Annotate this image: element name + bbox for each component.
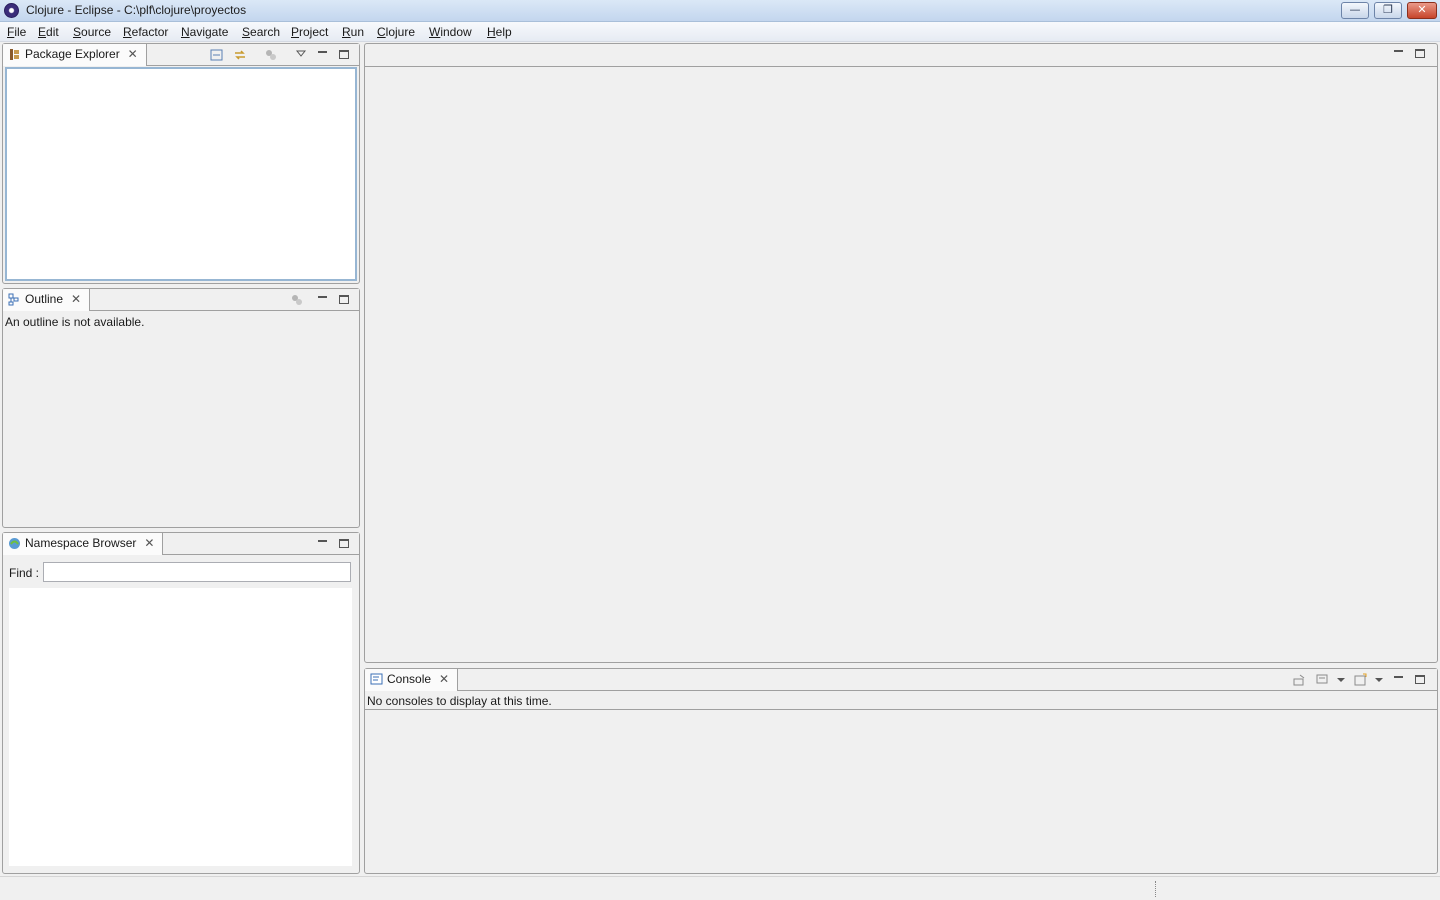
eclipse-icon [4, 3, 19, 18]
outline-message: An outline is not available. [5, 315, 145, 329]
minimize-icon[interactable] [315, 536, 329, 550]
minimize-window-button[interactable]: — [1341, 2, 1369, 19]
tab-outline[interactable]: Outline ✕ [3, 289, 91, 311]
maximize-icon[interactable] [1413, 672, 1427, 686]
tab-label: Namespace Browser [25, 536, 137, 550]
editor-area[interactable] [364, 43, 1438, 663]
maximize-icon[interactable] [337, 536, 351, 550]
title-bar: Clojure - Eclipse - C:\plf\clojure\proye… [0, 0, 1440, 22]
restore-window-button[interactable]: ❐ [1374, 2, 1402, 19]
status-separator [1155, 881, 1156, 897]
tab-console[interactable]: Console ✕ [365, 669, 459, 691]
menu-project[interactable]: Project [291, 25, 328, 39]
close-icon[interactable]: ✕ [144, 533, 154, 554]
view-menu-icon[interactable] [294, 47, 308, 61]
menu-edit[interactable]: Edit [38, 25, 59, 39]
menu-file[interactable]: File [7, 25, 26, 39]
status-bar [0, 876, 1440, 900]
chevron-down-icon[interactable] [1334, 673, 1348, 687]
editor-divider [365, 66, 1437, 67]
outline-icon [8, 293, 19, 306]
close-window-button[interactable]: ✕ [1407, 2, 1437, 19]
maximize-icon[interactable] [337, 47, 351, 61]
minimize-icon[interactable] [1391, 672, 1405, 686]
menu-help[interactable]: Help [487, 25, 512, 39]
focus-icon[interactable] [264, 48, 278, 62]
open-console-icon[interactable] [1354, 673, 1368, 687]
menu-run[interactable]: Run [342, 25, 364, 39]
menu-navigate[interactable]: Navigate [181, 25, 228, 39]
outline-header: Outline ✕ [3, 289, 359, 311]
maximize-icon[interactable] [1413, 46, 1427, 60]
minimize-icon[interactable] [315, 292, 329, 306]
console-divider [365, 709, 1437, 710]
tab-label: Package Explorer [25, 47, 120, 61]
tab-label: Console [387, 672, 432, 686]
package-explorer-tree[interactable] [5, 67, 357, 281]
outline-panel: Outline ✕ An outline is not available. [2, 288, 360, 528]
namespace-tree[interactable] [9, 588, 352, 866]
namespace-browser-header: Namespace Browser ✕ [3, 533, 359, 555]
link-with-editor-icon[interactable] [233, 48, 247, 62]
find-input[interactable] [43, 562, 351, 582]
close-icon[interactable]: ✕ [71, 289, 81, 310]
console-header: Console ✕ [365, 669, 1437, 691]
close-icon[interactable]: ✕ [128, 44, 138, 65]
console-panel: Console ✕ No consoles to display at this… [364, 668, 1438, 874]
menu-clojure[interactable]: Clojure [377, 25, 415, 39]
display-selected-console-icon[interactable] [1316, 673, 1330, 687]
menu-source[interactable]: Source [73, 25, 111, 39]
minimize-icon[interactable] [1391, 46, 1405, 60]
minimize-icon[interactable] [315, 47, 329, 61]
find-label: Find : [9, 566, 40, 580]
menu-bar: File Edit Source Refactor Navigate Searc… [0, 22, 1440, 42]
package-explorer-header: Package Explorer ✕ [3, 44, 359, 66]
menu-window[interactable]: Window [429, 25, 472, 39]
window-title: Clojure - Eclipse - C:\plf\clojure\proye… [26, 3, 247, 17]
menu-refactor[interactable]: Refactor [123, 25, 168, 39]
menu-search[interactable]: Search [242, 25, 280, 39]
pin-console-icon[interactable] [1292, 673, 1306, 687]
package-explorer-icon [10, 49, 19, 60]
maximize-icon[interactable] [337, 292, 351, 306]
tab-label: Outline [25, 292, 64, 306]
close-icon[interactable]: ✕ [439, 669, 449, 690]
tab-package-explorer[interactable]: Package Explorer ✕ [3, 44, 147, 66]
collapse-all-icon[interactable] [210, 48, 224, 62]
chevron-down-icon[interactable] [1372, 673, 1386, 687]
clojure-icon [9, 538, 20, 549]
console-icon [370, 673, 383, 685]
console-message: No consoles to display at this time. [367, 694, 552, 708]
focus-icon[interactable] [290, 293, 304, 307]
package-explorer-panel: Package Explorer ✕ [2, 43, 360, 284]
namespace-browser-panel: Namespace Browser ✕ Find : [2, 532, 360, 874]
tab-namespace-browser[interactable]: Namespace Browser ✕ [3, 533, 164, 555]
